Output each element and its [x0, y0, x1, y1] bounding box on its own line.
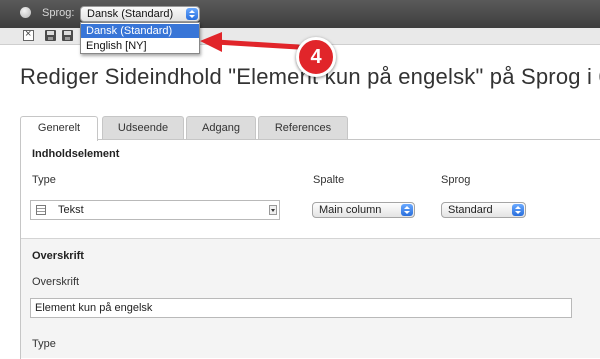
- callout-badge: 4: [296, 37, 336, 77]
- tab-generelt[interactable]: Generelt: [20, 116, 98, 141]
